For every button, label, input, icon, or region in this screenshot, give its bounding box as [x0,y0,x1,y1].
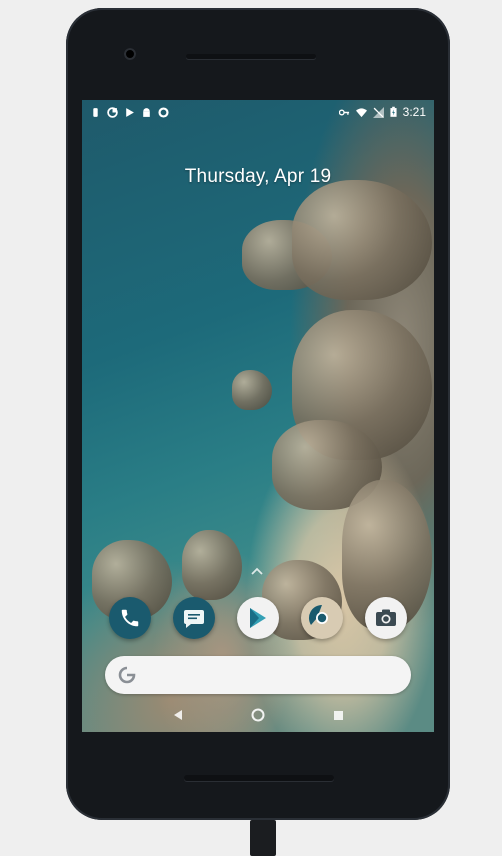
phone-body: 3:21 Thursday, Apr 19 [66,8,450,820]
home-icon[interactable] [251,708,265,722]
vpn-key-icon [338,109,349,115]
circle-icon [158,106,169,118]
status-icons-right: 3:21 [338,105,426,119]
wallpaper-rock [232,370,272,410]
phone-app-button[interactable] [109,597,151,639]
status-time: 3:21 [402,105,426,119]
google-g-icon [118,666,136,684]
status-bar[interactable]: 3:21 [82,100,434,124]
camera-app-button[interactable] [365,597,407,639]
home-screen: 3:21 Thursday, Apr 19 [82,100,434,732]
usb-cable [250,820,276,856]
play-store-icon [250,608,266,628]
wallpaper-rock [292,180,432,300]
android-icon [143,107,150,117]
battery-charging-icon [390,106,397,117]
wifi-icon [355,107,367,117]
chrome-icon [308,604,335,631]
chevron-up-icon[interactable] [250,566,264,576]
camera-icon [376,609,396,626]
phone-icon [121,609,139,627]
play-store-icon [126,107,134,117]
messages-icon [184,610,204,628]
navigation-bar [82,700,434,730]
messages-app-button[interactable] [173,597,215,639]
google-search-bar[interactable] [105,656,411,694]
status-icons-left [90,106,169,118]
back-icon[interactable] [172,709,184,721]
front-camera [124,48,136,60]
chrome-app-button[interactable] [301,597,343,639]
play-store-app-button[interactable] [237,597,279,639]
bottom-speaker [184,775,334,781]
no-sim-icon [372,106,384,118]
notification-icon [93,107,98,117]
recents-icon[interactable] [333,710,344,721]
data-saver-icon [107,106,118,118]
earpiece-speaker [186,54,316,59]
lock-screen-date[interactable]: Thursday, Apr 19 [82,166,434,188]
app-dock [82,590,434,646]
